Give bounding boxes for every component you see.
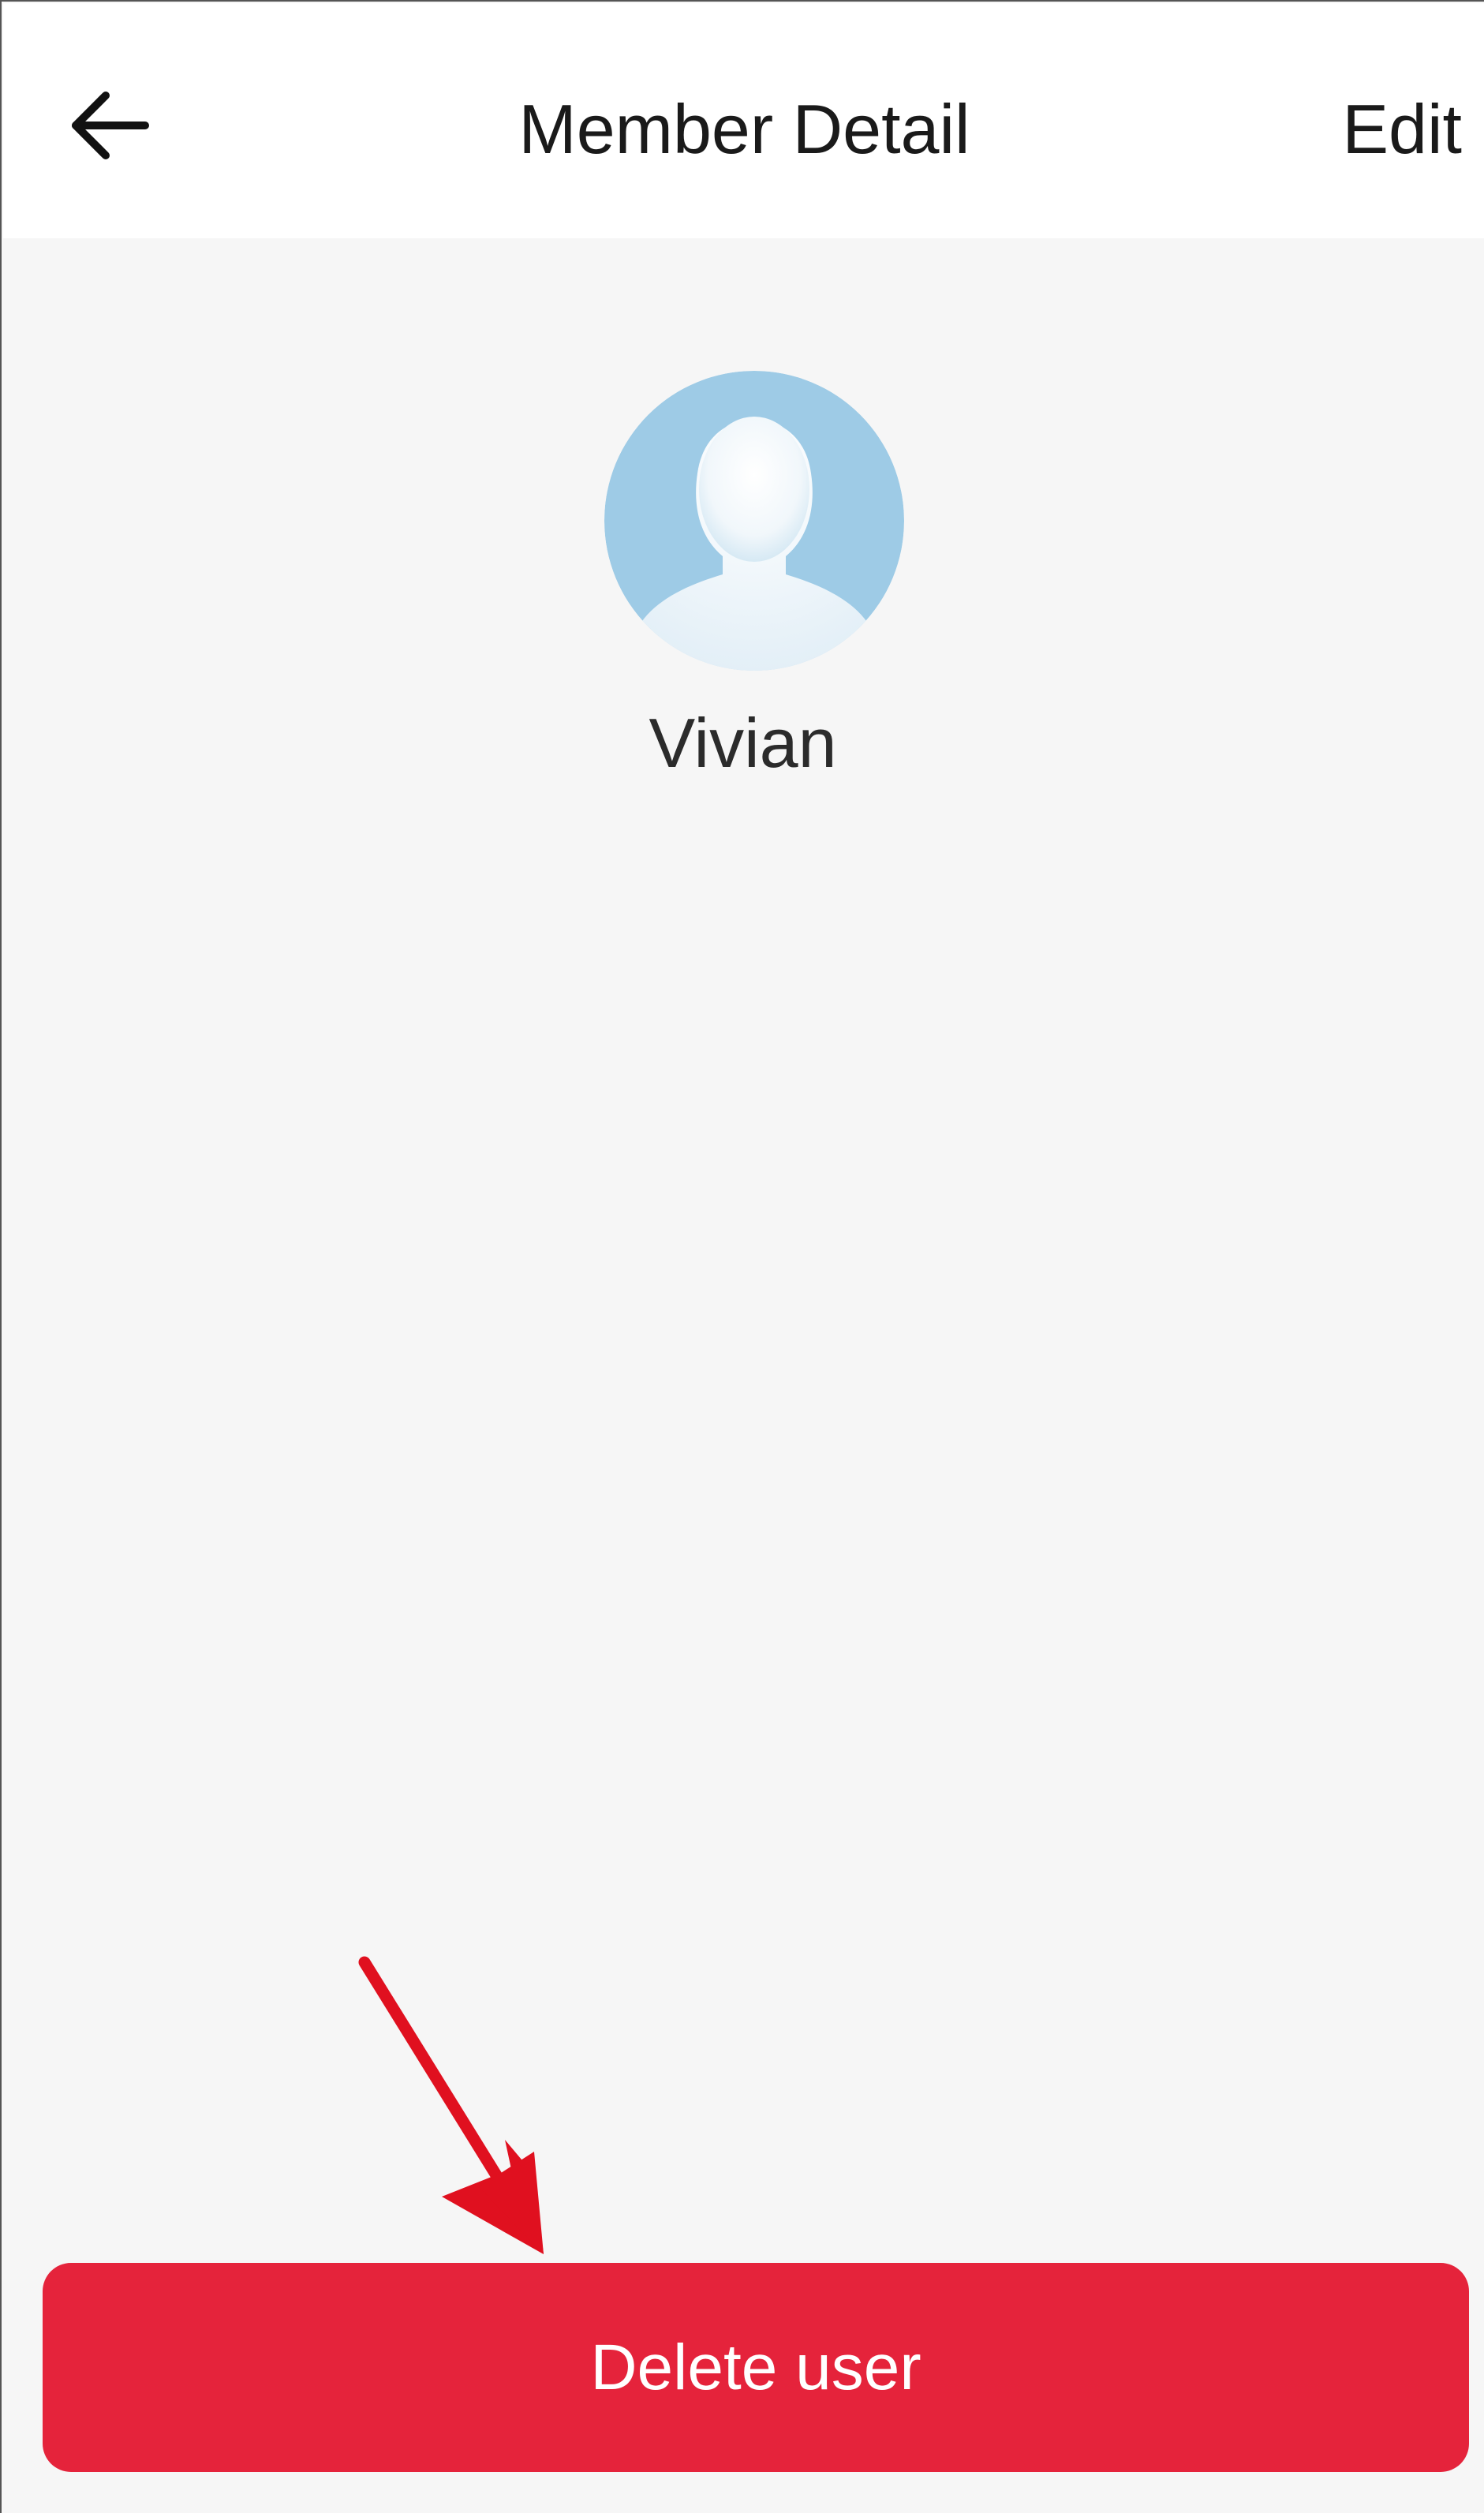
- avatar: [604, 371, 904, 671]
- top-bar: Member Detail Edit: [3, 3, 1484, 238]
- annotation-arrow-icon: [358, 1956, 544, 2254]
- arrow-left-icon: [72, 92, 149, 159]
- back-button[interactable]: [58, 74, 161, 177]
- member-name: Vivian: [649, 704, 837, 782]
- user-avatar-icon: [604, 371, 904, 671]
- page-title: Member Detail: [518, 90, 970, 168]
- screen: Member Detail Edit Vivian Delete user: [0, 0, 1484, 2513]
- delete-user-button[interactable]: Delete user: [43, 2263, 1469, 2472]
- edit-button[interactable]: Edit: [1342, 78, 1462, 181]
